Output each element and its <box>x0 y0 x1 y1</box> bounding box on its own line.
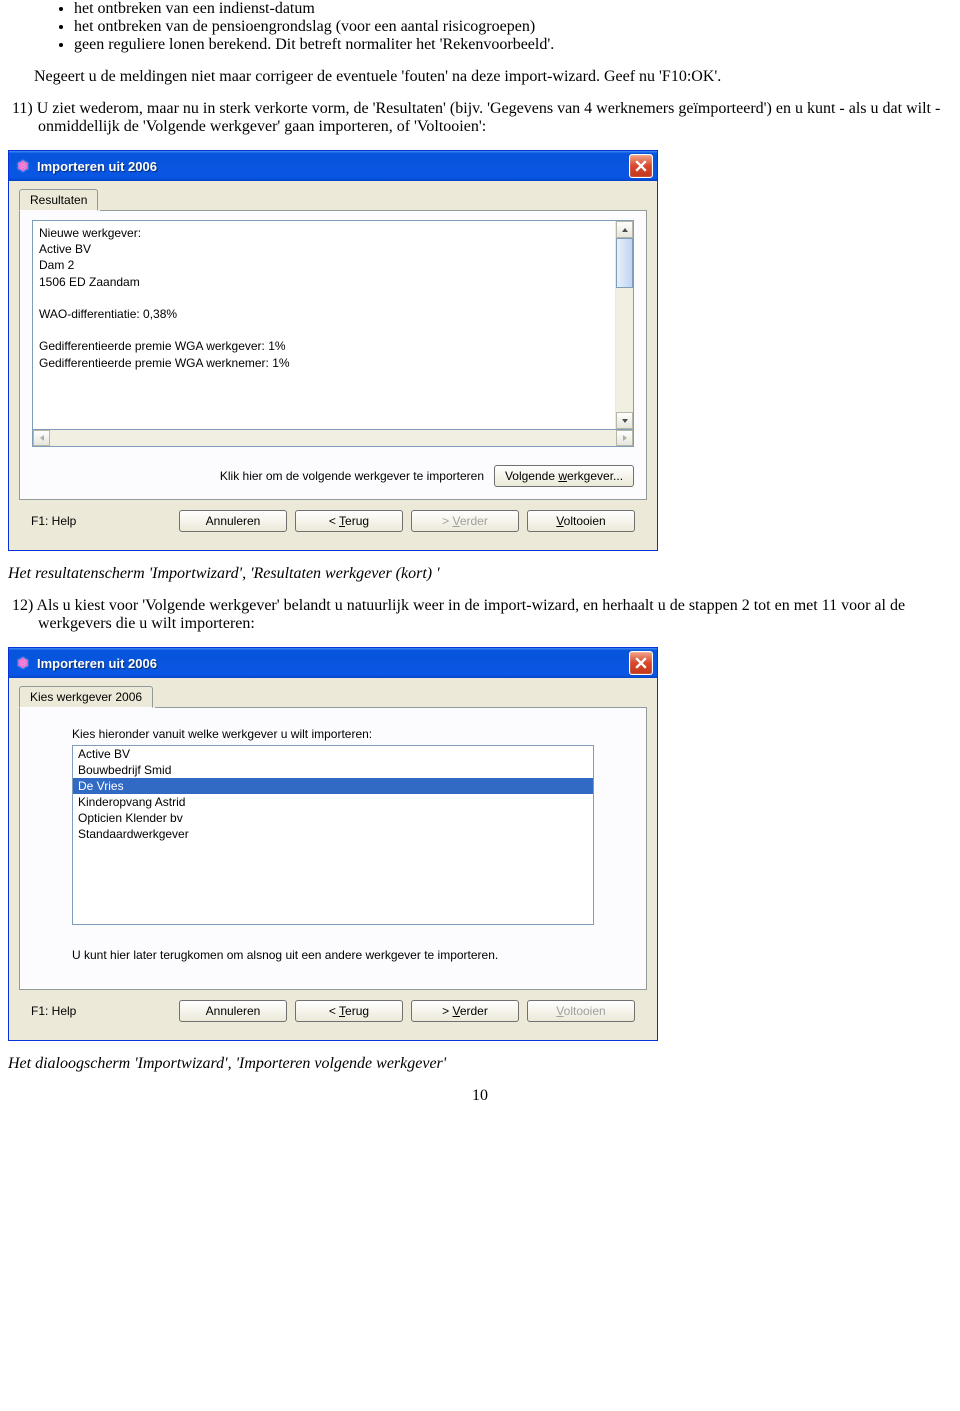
window-title: Importeren uit 2006 <box>37 656 629 671</box>
paragraph: Negeert u de meldingen niet maar corrige… <box>34 68 956 86</box>
list-item[interactable]: Opticien Klender bv <box>73 810 593 826</box>
titlebar[interactable]: ✽ Importeren uit 2006 <box>9 151 657 181</box>
app-icon: ✽ <box>15 158 31 174</box>
results-textbox[interactable]: Nieuwe werkgever: Active BV Dam 2 1506 E… <box>32 220 634 430</box>
terug-button[interactable]: < Terug <box>295 510 403 532</box>
close-icon[interactable] <box>629 154 653 178</box>
bullet-item: geen reguliere lonen berekend. Dit betre… <box>74 36 956 54</box>
vertical-scrollbar[interactable] <box>615 221 633 429</box>
list-item[interactable]: De Vries <box>73 778 593 794</box>
werkgever-listbox[interactable]: Active BV Bouwbedrijf Smid De Vries Kind… <box>72 745 594 925</box>
kies-label: Kies hieronder vanuit welke werkgever u … <box>72 727 634 741</box>
results-text: Nieuwe werkgever: Active BV Dam 2 1506 E… <box>33 221 615 429</box>
close-icon[interactable] <box>629 651 653 675</box>
annuleren-button[interactable]: Annuleren <box>179 1000 287 1022</box>
tab-resultaten[interactable]: Resultaten <box>19 189 98 211</box>
titlebar[interactable]: ✽ Importeren uit 2006 <box>9 648 657 678</box>
app-icon: ✽ <box>15 655 31 671</box>
voltooien-button[interactable]: Voltooien <box>527 510 635 532</box>
paragraph-step-11: 11) U ziet wederom, maar nu in sterk ver… <box>8 100 956 136</box>
dialog-kies-werkgever: ✽ Importeren uit 2006 Kies werkgever 200… <box>8 647 658 1041</box>
figure-caption-1: Het resultatenscherm 'Importwizard', 'Re… <box>8 565 956 583</box>
scroll-right-icon[interactable] <box>616 430 633 446</box>
window-title: Importeren uit 2006 <box>37 159 629 174</box>
list-item[interactable]: Standaardwerkgever <box>73 826 593 842</box>
scroll-left-icon[interactable] <box>33 430 50 446</box>
figure-caption-2: Het dialoogscherm 'Importwizard', 'Impor… <box>8 1055 956 1073</box>
horizontal-scrollbar[interactable] <box>32 430 634 447</box>
list-item[interactable]: Bouwbedrijf Smid <box>73 762 593 778</box>
voltooien-button: Voltooien <box>527 1000 635 1022</box>
help-label: F1: Help <box>31 514 171 528</box>
tab-panel: Nieuwe werkgever: Active BV Dam 2 1506 E… <box>19 210 647 500</box>
annuleren-button[interactable]: Annuleren <box>179 510 287 532</box>
list-item[interactable]: Active BV <box>73 746 593 762</box>
scroll-up-icon[interactable] <box>616 221 633 238</box>
page-number: 10 <box>4 1087 956 1105</box>
paragraph-step-12: 12) Als u kiest voor 'Volgende werkgever… <box>8 597 956 633</box>
scroll-thumb[interactable] <box>616 238 633 288</box>
scroll-down-icon[interactable] <box>616 412 633 429</box>
tab-panel: Kies hieronder vanuit welke werkgever u … <box>19 707 647 990</box>
help-label: F1: Help <box>31 1004 171 1018</box>
list-item[interactable]: Kinderopvang Astrid <box>73 794 593 810</box>
bullet-item: het ontbreken van een indienst-datum <box>74 0 956 18</box>
verder-button: > Verder <box>411 510 519 532</box>
bullet-list: het ontbreken van een indienst-datum het… <box>4 0 956 54</box>
kies-note: U kunt hier later terugkomen om alsnog u… <box>72 947 594 963</box>
bullet-item: het ontbreken van de pensioengrondslag (… <box>74 18 956 36</box>
dialog-resultaten: ✽ Importeren uit 2006 Resultaten Nieuwe … <box>8 150 658 551</box>
next-werkgever-label: Klik hier om de volgende werkgever te im… <box>220 469 484 483</box>
volgende-werkgever-button[interactable]: Volgende werkgever... <box>494 465 634 487</box>
verder-button[interactable]: > Verder <box>411 1000 519 1022</box>
tab-kies-werkgever[interactable]: Kies werkgever 2006 <box>19 686 153 708</box>
terug-button[interactable]: < Terug <box>295 1000 403 1022</box>
